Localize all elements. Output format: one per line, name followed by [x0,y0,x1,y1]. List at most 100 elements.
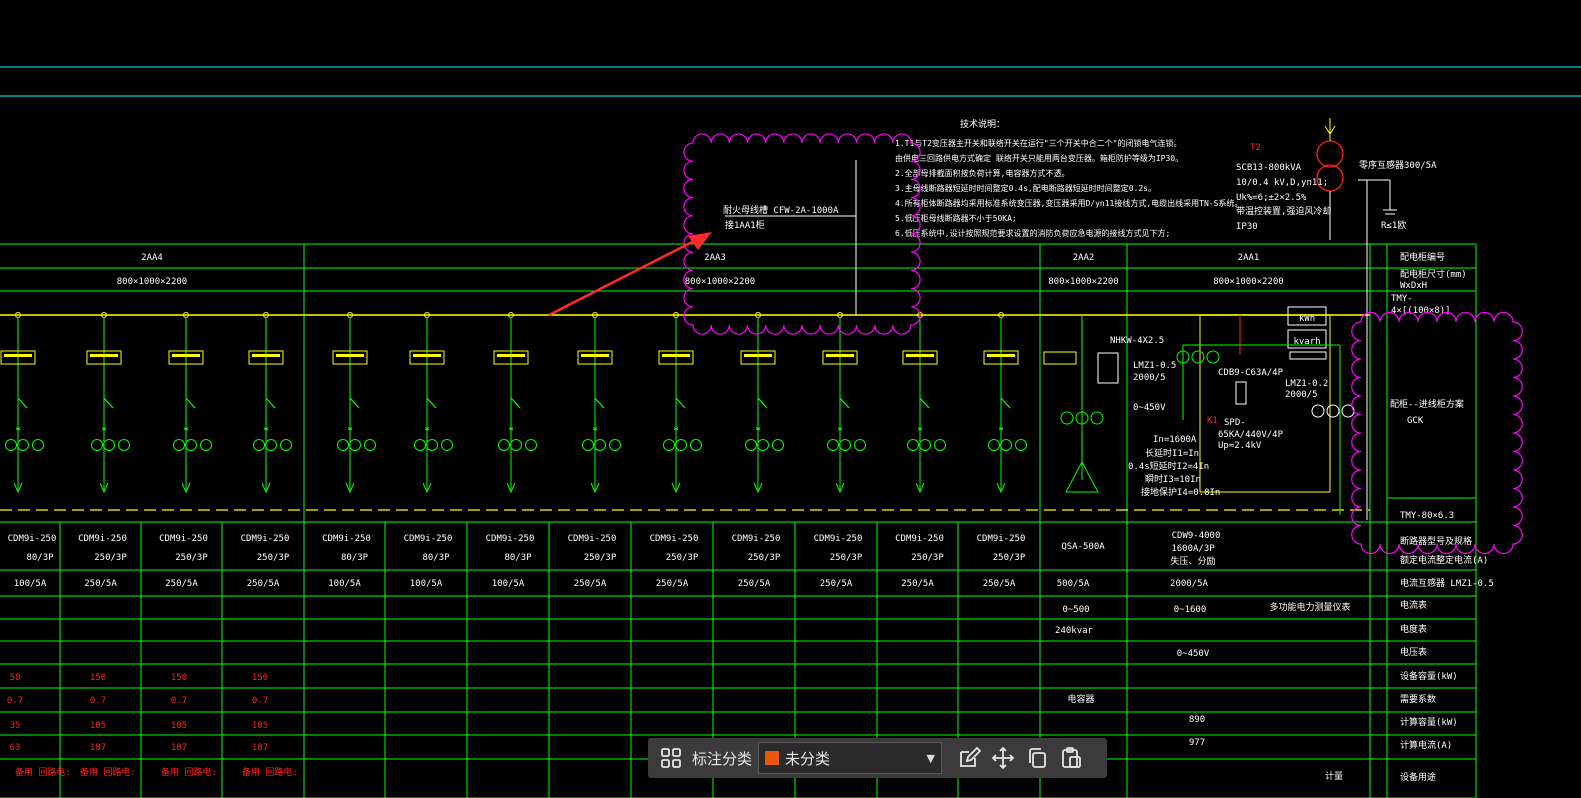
panel-id: 2AA4 [141,253,163,263]
trip-symbol: ✱ [184,424,189,433]
feeder-breaker-model: CDM9i-250 [241,534,290,544]
panel-size: 800×1000×2200 [1213,277,1283,287]
feeder-breaker-rating: 250/3P [584,553,617,563]
category-select[interactable]: 未分类 ▼ [758,742,943,774]
feeder-tag-fill [90,354,118,357]
trip-symbol: ✱ [593,424,598,433]
feeder-ct-ratio: 100/5A [410,579,443,589]
trip-symbol: ✱ [425,424,430,433]
feeder-ct-ratio: 250/5A [738,579,771,589]
trip-symbol: ✱ [509,424,514,433]
ct-symbol [772,439,784,451]
feeder-ct-ratio: 250/5A [656,579,689,589]
feeder-tag-fill [744,354,772,357]
ct-symbol [91,439,103,451]
switch-blade [185,397,196,409]
category-color-swatch [765,751,780,765]
switch-blade [426,397,437,409]
feeder-breaker-model: CDM9i-250 [78,534,127,544]
ct-symbol [349,439,361,451]
feeder-ct-ratio: 250/5A [574,579,607,589]
notes-line: 5.低压柜母线断路器不小于50KA; [895,213,1017,223]
ct-symbol [757,439,769,451]
grid-view-icon[interactable] [654,741,688,775]
copy-icon[interactable] [1020,741,1054,775]
ct-symbol [364,439,376,451]
feeder-ct-ratio: 250/5A [247,579,280,589]
load-value-k: 0.7 [90,696,106,706]
trip-symbol: ✱ [918,424,923,433]
row-label: 电流互感器 LMZ1-0.5 [1400,577,1494,589]
ct-symbol [1090,411,1104,425]
feeder-circuit [658,312,702,494]
ct-symbol [854,439,866,451]
feeder-ct-ratio: 100/5A [328,579,361,589]
feeder-breaker-model: CDM9i-250 [404,534,453,544]
edit-icon[interactable] [952,741,986,775]
ct-symbol [594,439,606,451]
feeder-circuit [822,312,866,494]
feeder-circuit [493,312,537,494]
panel-size: 800×1000×2200 [685,277,755,287]
row-label: 设备用途 [1400,771,1436,783]
spd-label: Up≈2.4kV [1218,441,1262,451]
notes-line: 6.低压系统中,设计按照规范要求设置的消防负荷应急电源的接线方式见下方; [895,228,1170,238]
notes-line: 由供电三回路供电方式确定 联络开关只能用两台变压器。箱柜防护等级为IP30。 [895,153,1183,163]
transformer-uk: Uk%=6;±2×2.5% [1236,193,1307,203]
ct-symbol [32,439,44,451]
feeder-tag-fill [497,354,525,357]
panel-size: 800×1000×2200 [1048,277,1118,287]
ct-symbol [934,439,946,451]
incoming-ct: 2000/5A [1170,579,1209,589]
feeder-tag-fill [252,354,280,357]
load-value-k: 0.7 [252,696,268,706]
incoming-breaker: CDW9-4000 [1172,531,1221,541]
load-value-ic: 187 [171,743,187,753]
trip-symbol: ✱ [999,424,1004,433]
feeder-circuit [902,312,946,494]
meter-note: 多功能电力测量仪表 [1269,601,1350,613]
feeder-breaker-model: CDM9i-250 [322,534,371,544]
load-value-p: 150 [252,673,268,683]
protection-setting: In=1600A [1153,435,1197,445]
feeder-circuit [740,312,784,494]
ct-symbol [253,439,265,451]
row-label: 计算电流(A) [1400,739,1452,751]
paste-icon[interactable] [1054,741,1088,775]
incoming-rating: 1600A/3P [1171,544,1215,554]
load-value-pc: 105 [90,721,106,731]
load-value-use: 备用 回路电: [161,766,217,778]
feeder-ct-ratio: 250/5A [901,579,934,589]
transformer-tag: T2 [1250,143,1261,153]
ct-symbol [103,439,115,451]
feeder-breaker-rating: 80/3P [504,553,532,563]
ct-label: 2000/5 [1133,373,1166,383]
spd-label: SPD- [1224,418,1246,428]
switch-blade [757,397,768,409]
ct-symbol [1060,411,1074,425]
capacitor-breaker: QSA-500A [1061,542,1105,552]
transformer-note: 带温控装置,强迫风冷却 [1236,205,1331,217]
switch-blade [510,397,521,409]
feeder-tag-fill [581,354,609,357]
feeder-breaker-model: CDM9i-250 [568,534,617,544]
load-value-p: 150 [90,673,106,683]
row-label: 需要系数 [1400,693,1436,705]
notes-line: 2.全部母排截面积按负荷计算,电容器方式不透。 [895,168,1069,178]
trip-symbol: ✱ [16,424,21,433]
ct-symbol [988,439,1000,451]
feeder-tag-fill [4,354,32,357]
feeder-breaker-model: CDM9i-250 [8,534,57,544]
move-icon[interactable] [986,741,1020,775]
feeder-tag-fill [413,354,441,357]
trip-symbol: ✱ [264,424,269,433]
transformer-ip: IP30 [1236,222,1258,232]
load-value-use: 备用 回路电: [242,766,298,778]
panel-id: 2AA2 [1073,253,1095,263]
feeder-breaker-rating: 80/3P [341,553,369,563]
cad-drawing-canvas[interactable]: 2AA4 800×1000×2200 2AA3 800×1000×2200 2AA2 80… [0,0,1581,798]
ct-symbol [827,439,839,451]
feeder-breaker-model: CDM9i-250 [159,534,208,544]
capacitor-ammeter: 0~500 [1062,605,1089,615]
ct-symbol [839,439,851,451]
